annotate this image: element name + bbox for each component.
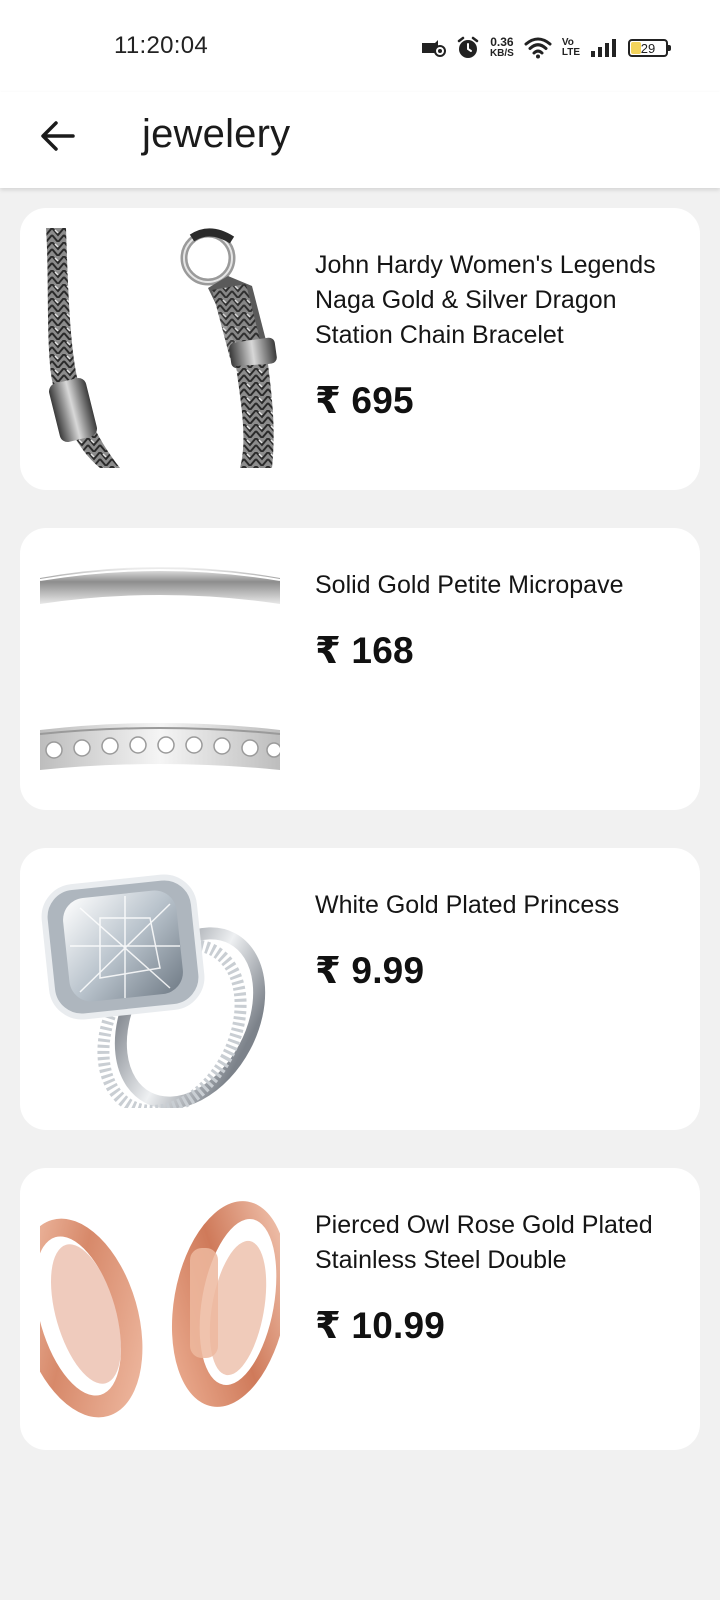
back-button[interactable] xyxy=(30,110,86,166)
arrow-left-icon xyxy=(40,120,76,157)
product-title: Solid Gold Petite Micropave xyxy=(315,571,624,599)
volte-indicator: Vo LTE xyxy=(562,38,580,58)
wifi-icon xyxy=(524,37,552,59)
battery-level: 29 xyxy=(640,40,656,56)
product-card[interactable]: Pierced Owl Rose Gold Plated Stainless S… xyxy=(20,1168,700,1450)
product-info: White Gold Plated Princess ₹ 9.99 xyxy=(315,888,675,992)
volte-bottom: LTE xyxy=(561,47,580,58)
product-price: ₹ 9.99 xyxy=(315,950,425,991)
product-list: John Hardy Women's Legends Naga Gold & S… xyxy=(20,208,700,1488)
status-icons: 0.36 KB/S Vo LTE 29 xyxy=(420,32,671,64)
product-title: Pierced Owl Rose Gold Plated Stainless S… xyxy=(315,1211,653,1274)
product-card[interactable]: White Gold Plated Princess ₹ 9.99 xyxy=(20,848,700,1130)
status-bar: 11:20:04 0.36 KB/S Vo LTE 29 xyxy=(0,0,720,92)
signal-icon xyxy=(590,38,618,58)
product-card[interactable]: Solid Gold Petite Micropave ₹ 168 xyxy=(20,528,700,810)
product-card[interactable]: John Hardy Women's Legends Naga Gold & S… xyxy=(20,208,700,490)
net-speed-indicator: 0.36 KB/S xyxy=(489,35,514,59)
product-price: ₹ 695 xyxy=(315,380,414,421)
product-title: John Hardy Women's Legends Naga Gold & S… xyxy=(315,251,656,349)
status-time: 11:20:04 xyxy=(114,32,209,59)
battery-icon: 29 xyxy=(628,39,671,57)
net-speed-unit: KB/S xyxy=(489,48,514,59)
screen-record-icon xyxy=(420,37,446,59)
alarm-icon xyxy=(456,36,480,60)
product-image-rose-gold-plugs xyxy=(40,1188,280,1428)
product-info: Pierced Owl Rose Gold Plated Stainless S… xyxy=(315,1208,675,1347)
product-info: Solid Gold Petite Micropave ₹ 168 xyxy=(315,568,675,672)
product-price: ₹ 10.99 xyxy=(315,1305,446,1346)
product-image-band-ring xyxy=(40,548,280,788)
page-title: jewelery xyxy=(142,112,291,156)
product-title: White Gold Plated Princess xyxy=(315,891,620,919)
product-info: John Hardy Women's Legends Naga Gold & S… xyxy=(315,248,675,422)
product-image-diamond-ring xyxy=(40,868,280,1108)
product-image-bracelet xyxy=(40,228,280,468)
product-price: ₹ 168 xyxy=(315,630,414,671)
app-bar: jewelery xyxy=(0,92,720,188)
net-speed-value: 0.36 xyxy=(490,35,514,49)
